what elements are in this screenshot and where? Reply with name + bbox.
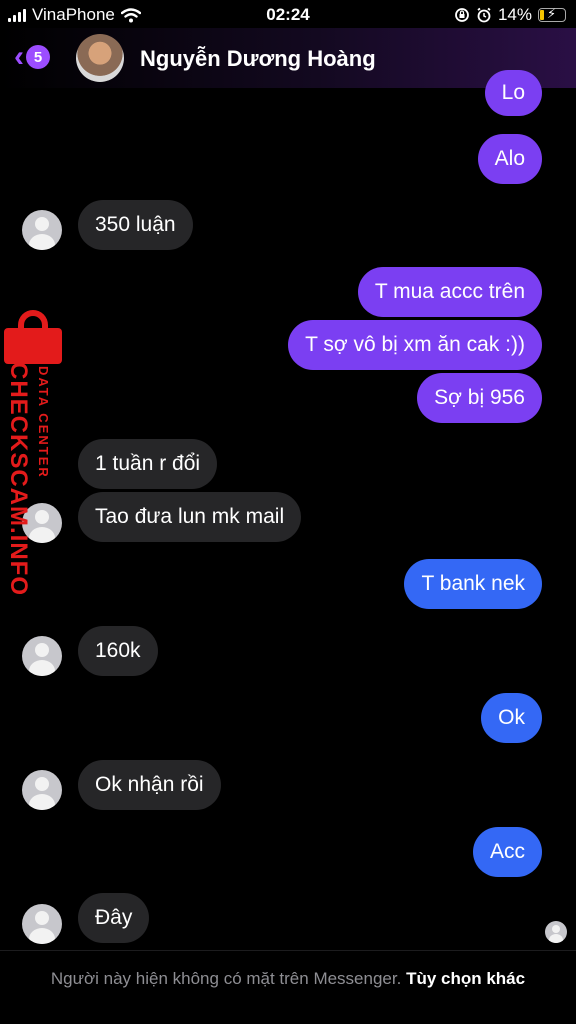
message-bubble-incoming[interactable]: 350 luận [78, 200, 193, 250]
unavailable-footer: Người này hiện không có mặt trên Messeng… [0, 950, 576, 1024]
sender-avatar[interactable] [22, 770, 62, 810]
status-icons: 14% ⚡ [454, 5, 566, 25]
message-bubble-incoming[interactable]: Tao đưa lun mk mail [78, 492, 302, 542]
message-bubble-outgoing[interactable]: Lo [484, 70, 542, 116]
sender-avatar[interactable] [22, 904, 62, 944]
status-bar: VinaPhone 02:24 14% ⚡ [0, 0, 576, 30]
message-bubble-outgoing[interactable]: Acc [472, 827, 542, 877]
back-button[interactable]: ‹ 5 [14, 42, 50, 72]
watermark-main-text: CHECKSCAM.INFO [5, 362, 32, 596]
battery-percent: 14% [497, 5, 532, 24]
message-bubble-incoming[interactable]: Ok nhận rồi [78, 760, 221, 810]
battery-charging-icon: ⚡ [538, 6, 566, 22]
sender-avatar[interactable] [22, 636, 62, 676]
message-bubble-outgoing[interactable]: Ok [481, 693, 542, 743]
message-bubble-incoming[interactable]: 1 tuần r đổi [78, 439, 218, 489]
more-options-link[interactable]: Tùy chọn khác [406, 969, 525, 988]
alarm-icon [477, 7, 491, 23]
message-bubble-outgoing[interactable]: T mua accc trên [357, 267, 542, 317]
chevron-left-icon: ‹ [14, 40, 24, 73]
padlock-icon [4, 310, 62, 364]
sender-avatar[interactable] [22, 210, 62, 250]
orientation-lock-icon [455, 8, 469, 22]
message-bubble-outgoing[interactable]: Sợ bị 956 [417, 373, 542, 423]
watermark: CHECKSCAM.INFO DATA CENTER [0, 310, 70, 596]
unread-count-badge: 5 [26, 45, 50, 69]
message-bubble-outgoing[interactable]: T bank nek [404, 559, 542, 609]
contact-avatar[interactable] [76, 34, 124, 82]
seen-receipt-avatar [545, 921, 567, 943]
message-bubble-outgoing[interactable]: T sợ vô bị xm ăn cak :)) [288, 320, 542, 370]
contact-name[interactable]: Nguyễn Dương Hoàng [140, 46, 376, 72]
message-bubble-incoming[interactable]: 160k [78, 626, 158, 676]
unavailable-notice: Người này hiện không có mặt trên Messeng… [50, 969, 402, 988]
watermark-sub-text: DATA CENTER [36, 366, 51, 479]
message-bubble-outgoing[interactable]: Alo [477, 134, 542, 184]
message-bubble-incoming[interactable]: Đây [78, 893, 150, 943]
